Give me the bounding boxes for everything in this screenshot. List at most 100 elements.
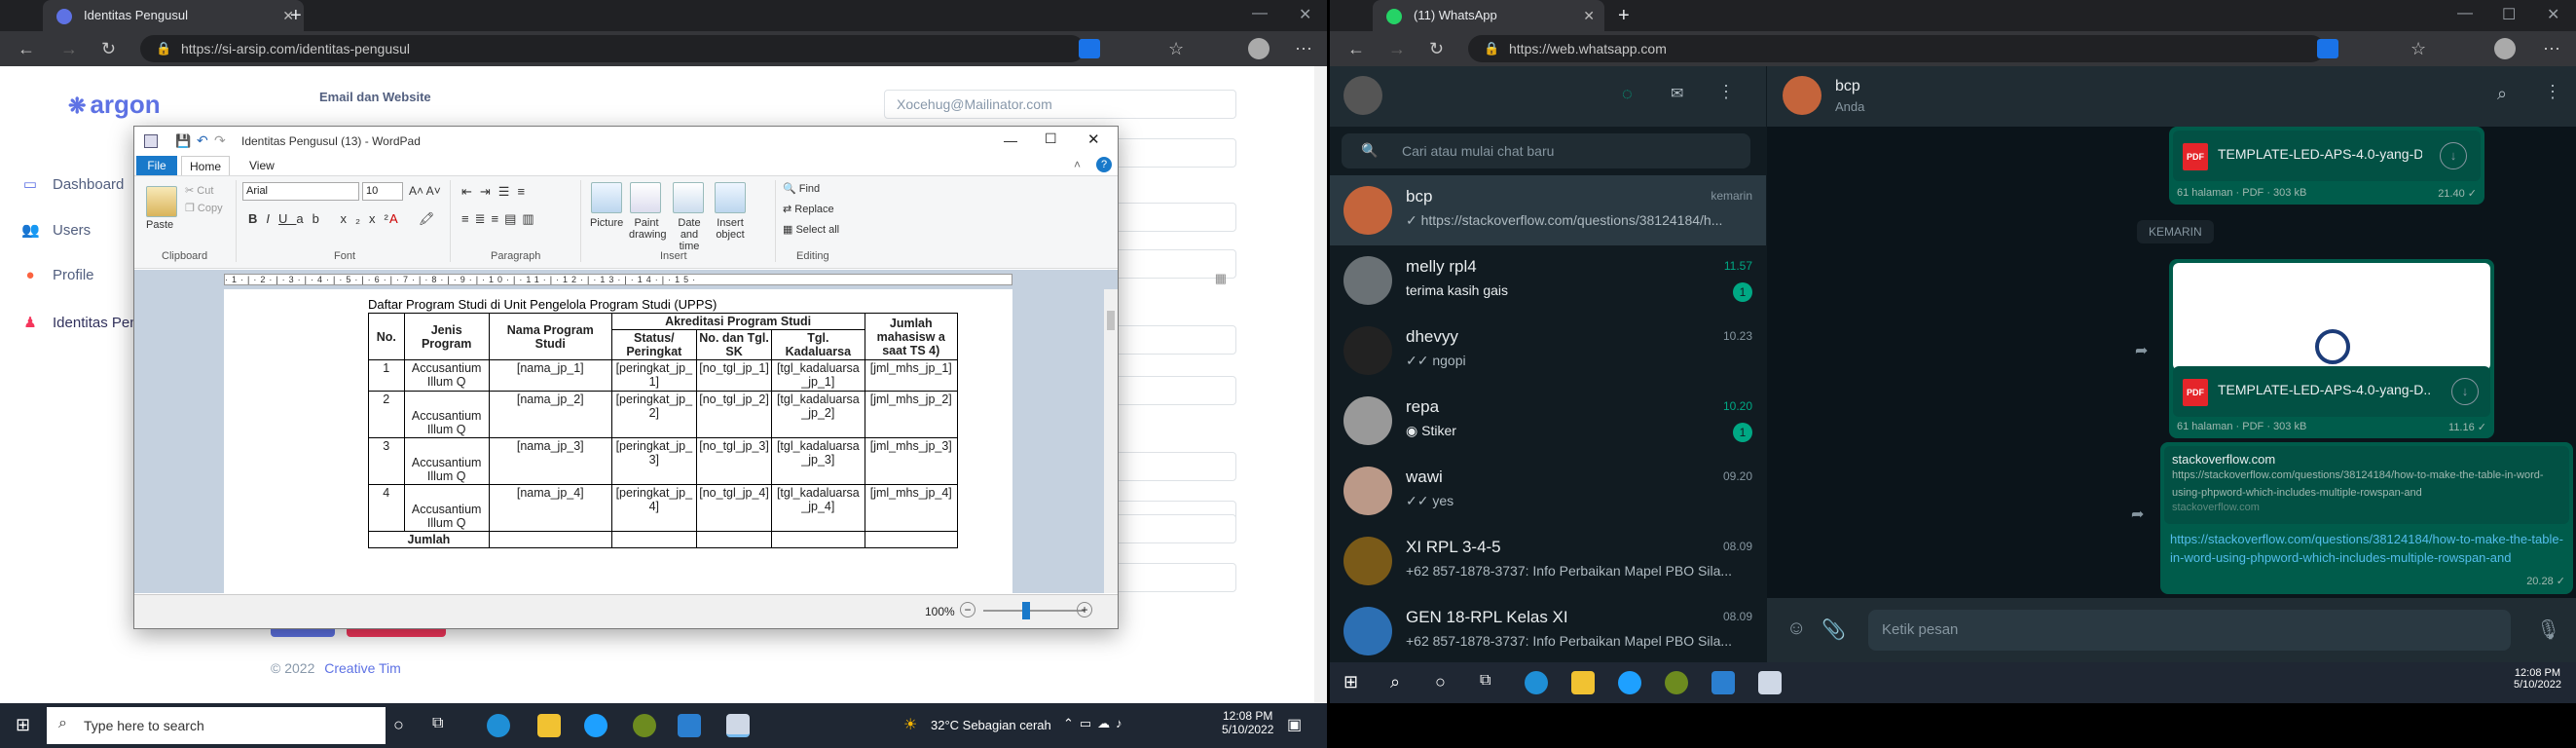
picture-icon[interactable]: [591, 182, 622, 213]
link-preview[interactable]: stackoverflow.com https://stackoverflow.…: [2164, 446, 2569, 524]
url-field[interactable]: 🔒 https://si-arsip.com/identitas-pengusu…: [140, 35, 1085, 62]
paint-button[interactable]: Paint drawing: [629, 217, 667, 241]
hs-app-icon[interactable]: [633, 714, 656, 737]
refresh-icon[interactable]: ↻: [1429, 39, 1444, 58]
replace-button[interactable]: ⇄ Replace: [783, 203, 834, 215]
highlight-icon[interactable]: 🖍: [419, 211, 435, 227]
tab-view[interactable]: View: [249, 156, 275, 175]
cortana-icon[interactable]: ○: [393, 715, 404, 735]
close-tab-icon[interactable]: ✕: [1583, 0, 1595, 31]
minimize-icon[interactable]: —: [2457, 5, 2473, 22]
profile-avatar[interactable]: [2494, 38, 2516, 59]
font-style-buttons[interactable]: BIUab x₂x²: [248, 211, 397, 226]
vscode-icon[interactable]: [678, 714, 701, 737]
edge-beta-icon[interactable]: [1618, 671, 1641, 694]
my-avatar[interactable]: [1343, 76, 1382, 115]
contact-avatar[interactable]: [1783, 76, 1822, 115]
download-icon[interactable]: ↓: [2451, 378, 2479, 405]
windows-start-icon[interactable]: ⊞: [16, 715, 30, 735]
download-icon[interactable]: ↓: [2440, 142, 2467, 169]
link-url[interactable]: https://stackoverflow.com/questions/3812…: [2170, 530, 2563, 567]
attach-icon[interactable]: 📎: [1822, 617, 1846, 642]
search-icon[interactable]: ⌕: [2497, 84, 2507, 104]
date-icon[interactable]: [673, 182, 704, 213]
edge-beta-icon[interactable]: [584, 714, 607, 737]
maximize-icon[interactable]: ☐: [2502, 5, 2516, 24]
menu-icon[interactable]: ⋯: [1295, 39, 1312, 58]
date-button[interactable]: Date and time: [670, 217, 709, 252]
file-row[interactable]: PDF TEMPLATE-LED-APS-4.0-yang-D... ↓: [2173, 131, 2481, 181]
file-message[interactable]: PDF TEMPLATE-LED-APS-4.0-yang-D... ↓ 61 …: [2169, 259, 2494, 438]
back-icon[interactable]: ←: [1347, 39, 1365, 58]
picture-button[interactable]: Picture: [590, 217, 623, 229]
new-tab-icon[interactable]: +: [1618, 5, 1630, 27]
emoji-icon[interactable]: ☺: [1786, 617, 1806, 640]
collapse-ribbon-icon[interactable]: ˄: [1074, 158, 1081, 171]
help-icon[interactable]: ?: [1096, 157, 1112, 172]
favorites-icon[interactable]: ☆: [1168, 39, 1184, 58]
select-all-button[interactable]: ▦ Select all: [783, 223, 839, 236]
cut-button[interactable]: ✂ Cut: [185, 184, 213, 197]
forward-icon[interactable]: ➦: [2135, 341, 2148, 360]
tab-file[interactable]: File: [136, 156, 177, 175]
forward-icon[interactable]: ➦: [2131, 505, 2144, 524]
zoom-slider[interactable]: [983, 610, 1085, 612]
extension-icon[interactable]: [1079, 39, 1100, 58]
task-view-icon[interactable]: ⧉: [1480, 672, 1490, 690]
wordpad-scrollbar[interactable]: [1104, 289, 1118, 593]
object-icon[interactable]: [715, 182, 746, 213]
hs-app-icon[interactable]: [1665, 671, 1688, 694]
font-family-select[interactable]: Arial: [242, 182, 359, 201]
menu-icon[interactable]: ⋮: [1717, 82, 1735, 102]
chat-item-xi-rpl[interactable]: XI RPL 3-4-5 08.09 +62 857-1878-3737: In…: [1330, 526, 1766, 596]
submit-button[interactable]: [271, 629, 335, 637]
forward-icon[interactable]: →: [1388, 39, 1406, 58]
zoom-slider-thumb[interactable]: [1022, 602, 1030, 619]
scrollbar-thumb[interactable]: [1107, 311, 1115, 330]
new-tab-icon[interactable]: +: [290, 5, 302, 27]
footer-link[interactable]: Creative Tim: [324, 660, 401, 676]
file-preview[interactable]: [2173, 263, 2490, 370]
grow-font-icon[interactable]: A˄ A˅: [409, 184, 441, 198]
clock[interactable]: 12:08 PM 5/10/2022: [1222, 709, 1273, 736]
back-icon[interactable]: ←: [18, 39, 35, 58]
forward-icon[interactable]: →: [60, 39, 78, 58]
wordpad-taskbar-icon[interactable]: [726, 714, 750, 737]
zoom-in-icon[interactable]: +: [1077, 602, 1092, 617]
chat-item-gen18[interactable]: GEN 18-RPL Kelas XI 08.09 +62 857-1878-3…: [1330, 596, 1766, 662]
email-field[interactable]: Xocehug@Mailinator.com: [884, 90, 1236, 119]
maximize-icon[interactable]: ☐: [1045, 131, 1057, 147]
minimize-icon[interactable]: —: [1004, 132, 1017, 148]
edge-icon[interactable]: [487, 714, 510, 737]
weather-text[interactable]: 32°C Sebagian cerah: [931, 718, 1051, 732]
tab-home[interactable]: Home: [181, 156, 230, 175]
sidebar-item-identitas[interactable]: ♟ Identitas Pen: [21, 314, 137, 331]
status-icon[interactable]: ◌: [1622, 84, 1633, 104]
extension-icon[interactable]: [2317, 39, 2338, 58]
zoom-out-icon[interactable]: −: [960, 602, 975, 617]
profile-avatar[interactable]: [1248, 38, 1270, 59]
redo-icon[interactable]: ↷: [214, 132, 226, 149]
document-page[interactable]: Daftar Program Studi di Unit Pengelola P…: [224, 289, 1012, 593]
windows-start-icon[interactable]: ⊞: [1343, 672, 1358, 692]
file-message[interactable]: PDF TEMPLATE-LED-APS-4.0-yang-D... ↓ 61 …: [2169, 127, 2484, 205]
find-button[interactable]: 🔍 Find: [783, 182, 820, 195]
link-message[interactable]: stackoverflow.com https://stackoverflow.…: [2160, 442, 2573, 594]
paste-icon[interactable]: [146, 186, 177, 217]
message-input[interactable]: Ketik pesan: [1868, 610, 2511, 651]
microphone-icon[interactable]: 🎙: [2536, 617, 2560, 642]
search-icon[interactable]: ⌕: [1390, 672, 1400, 692]
cortana-icon[interactable]: ○: [1435, 672, 1446, 692]
tab-identitas-pengusul[interactable]: Identitas Pengusul ✕: [43, 0, 304, 31]
object-button[interactable]: Insert object: [712, 217, 749, 241]
sidebar-item-dashboard[interactable]: ▭ Dashboard: [21, 175, 124, 193]
file-explorer-icon[interactable]: [1571, 671, 1595, 694]
refresh-icon[interactable]: ↻: [101, 39, 116, 58]
chat-item-melly[interactable]: melly rpl4 11.57 terima kasih gais 1: [1330, 245, 1766, 316]
indent-list-buttons[interactable]: ⇤⇥☰≡: [461, 184, 533, 200]
edge-icon[interactable]: [1525, 671, 1548, 694]
font-size-select[interactable]: 10: [362, 182, 403, 201]
file-explorer-icon[interactable]: [537, 714, 561, 737]
new-chat-icon[interactable]: ✉: [1671, 84, 1683, 103]
save-icon[interactable]: 💾: [175, 133, 191, 149]
